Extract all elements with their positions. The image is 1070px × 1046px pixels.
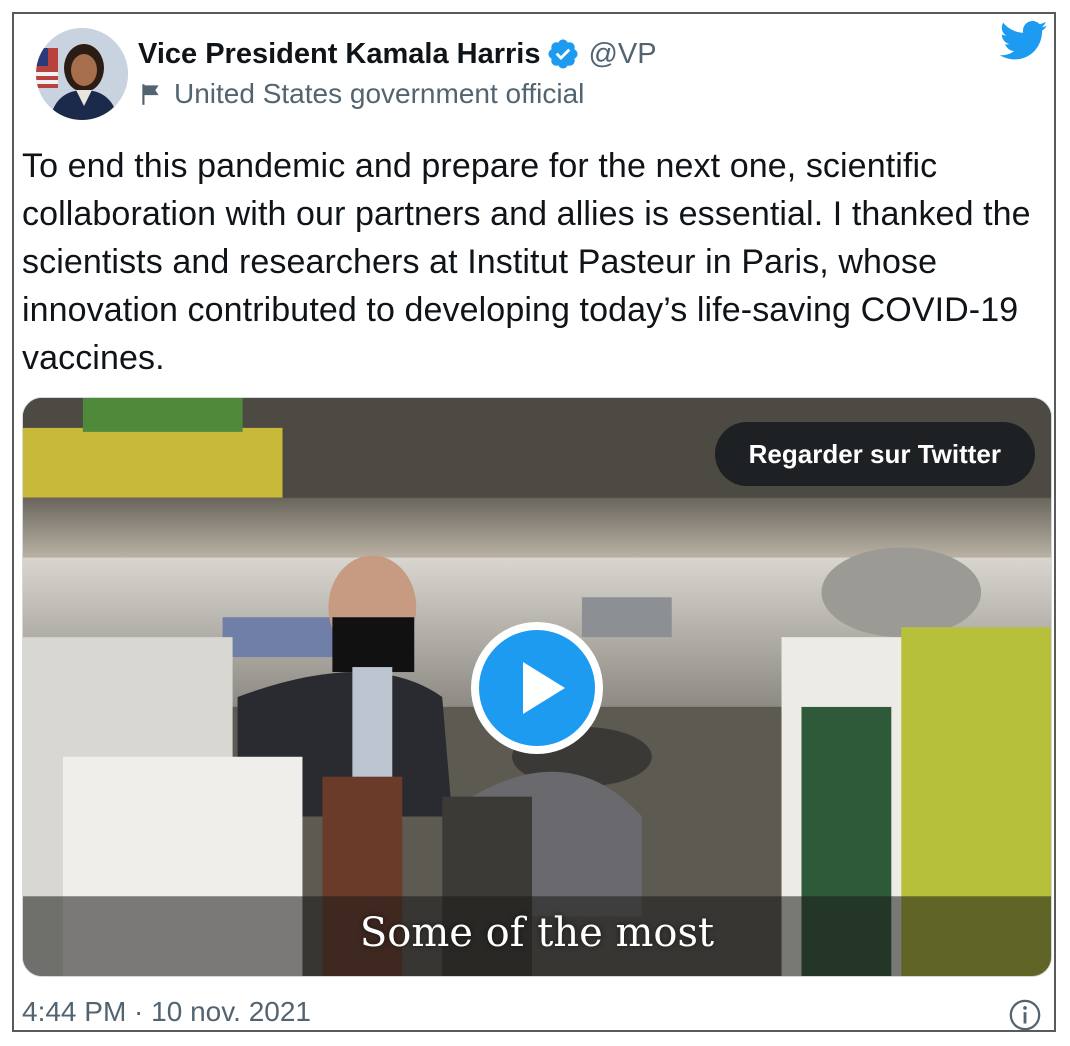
twitter-bird-icon[interactable] xyxy=(1000,20,1048,62)
watch-on-twitter-button[interactable]: Regarder sur Twitter xyxy=(714,422,1035,486)
tweet-card[interactable]: Vice President Kamala Harris @VP United … xyxy=(12,12,1056,1032)
avatar[interactable] xyxy=(36,28,128,120)
avatar-image xyxy=(36,28,128,120)
affiliation-text: United States government official xyxy=(174,78,585,109)
info-icon[interactable] xyxy=(1008,998,1042,1032)
video-caption: Some of the most xyxy=(359,910,715,956)
tweet-text: To end this pandemic and prepare for the… xyxy=(22,147,1031,377)
play-icon xyxy=(523,662,565,714)
author-name-row[interactable]: Vice President Kamala Harris @VP xyxy=(138,34,657,74)
affiliation-label: United States government official xyxy=(138,74,584,114)
play-button[interactable] xyxy=(471,622,603,754)
verified-badge-icon xyxy=(548,39,578,69)
tweet-timestamp[interactable]: 4:44 PM · 10 nov. 2021 xyxy=(22,996,311,1028)
author-display-name[interactable]: Vice President Kamala Harris xyxy=(138,38,540,71)
flag-icon xyxy=(142,84,159,105)
video-player[interactable]: Regarder sur Twitter Some of the most xyxy=(22,397,1052,977)
author-handle[interactable]: @VP xyxy=(588,38,656,71)
